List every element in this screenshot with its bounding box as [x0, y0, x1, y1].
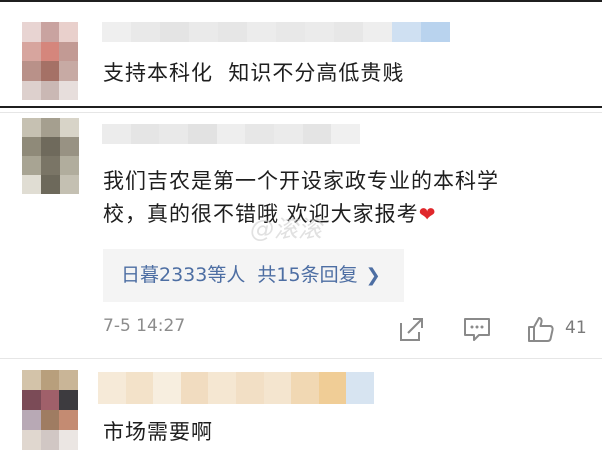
- chevron-right-icon: ❯: [365, 265, 381, 286]
- top-divider: [0, 0, 602, 2]
- reply-summary[interactable]: 日暮2333等人 共15条回复 ❯: [121, 260, 381, 291]
- reply-summary-text: 日暮2333等人 共15条回复: [121, 264, 358, 286]
- like-count: 41: [565, 318, 587, 338]
- username-blurred[interactable]: [102, 124, 360, 144]
- watermark: @滚滚: [250, 215, 322, 243]
- avatar[interactable]: [22, 22, 78, 100]
- section-divider: [0, 106, 602, 108]
- thin-divider: [0, 112, 602, 113]
- comment-icon[interactable]: [462, 314, 492, 344]
- username-blurred[interactable]: [98, 372, 374, 404]
- comment-text: 市场需要啊: [103, 420, 213, 444]
- comment-text: 支持本科化 知识不分高低贵贱: [103, 61, 405, 85]
- avatar[interactable]: [22, 370, 78, 450]
- thin-divider: [0, 358, 602, 359]
- share-icon[interactable]: [397, 314, 427, 344]
- comment-timestamp: 7-5 14:27: [103, 316, 186, 336]
- username-blurred[interactable]: [102, 22, 450, 42]
- heart-icon: ❤: [418, 202, 437, 226]
- reply-summary-box[interactable]: 日暮2333等人 共15条回复 ❯: [103, 249, 404, 302]
- thumbs-up-icon[interactable]: [526, 314, 556, 344]
- avatar[interactable]: [22, 118, 79, 194]
- comment-text-line-1: 我们吉农是第一个开设家政专业的本科学: [103, 169, 499, 193]
